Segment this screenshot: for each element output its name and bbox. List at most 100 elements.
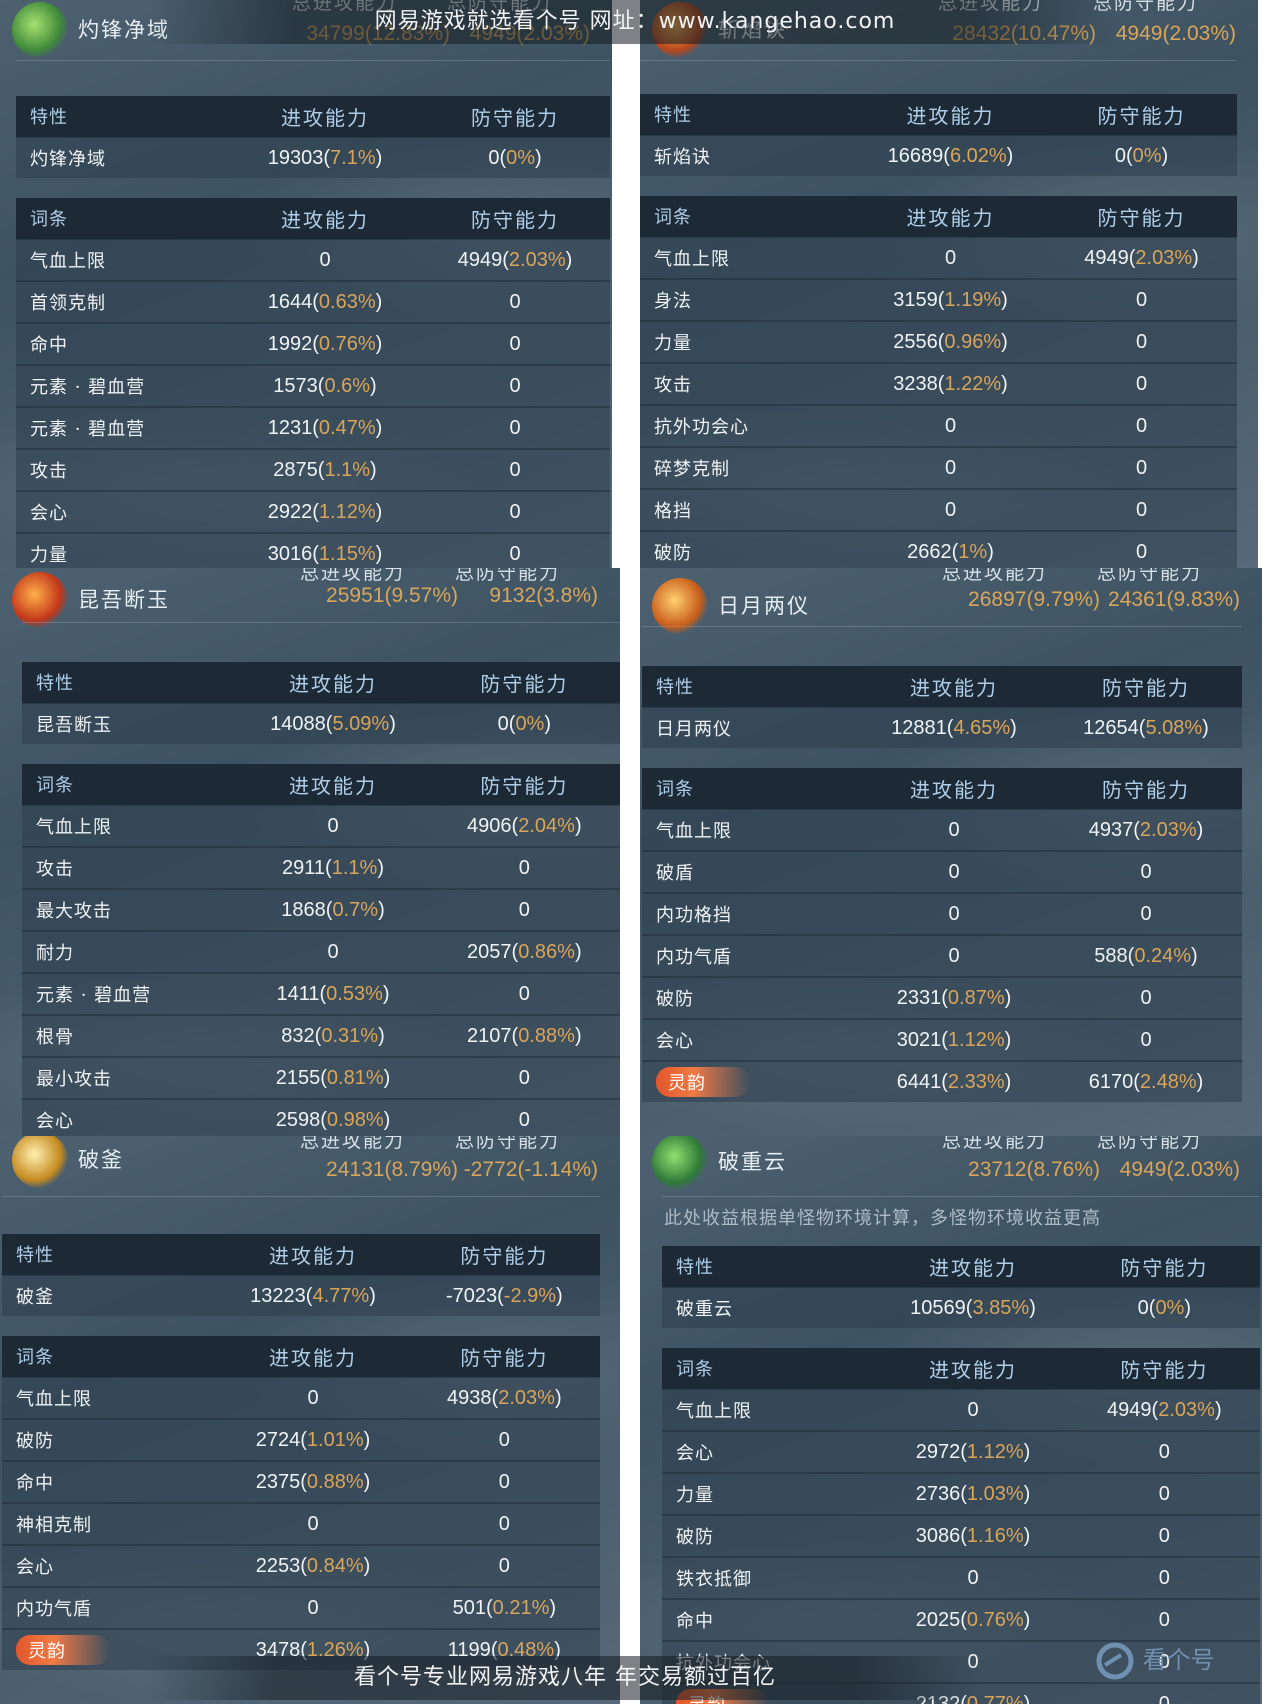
percent: 0.98% — [326, 1108, 384, 1131]
attack-cell: 0 — [855, 404, 1046, 447]
header-defense: 防守能力 — [420, 198, 610, 239]
trait-row: 破重云 10569(3.85%) 0(0%) — [662, 1286, 1260, 1328]
percent: 9.83% — [1173, 588, 1233, 611]
attack-cell: 1868(0.7%) — [237, 888, 429, 931]
skill-header: 日月两仪 总进攻能力 总防守能力 26897(9.79%) 24361(9.83%) — [640, 568, 1262, 658]
entry-name: 神相克制 — [2, 1502, 218, 1545]
value: 0 — [488, 146, 500, 169]
trait-row: 日月两仪 12881(4.65%) 12654(5.08%) — [642, 706, 1242, 748]
percent: 1% — [958, 540, 988, 563]
total-attack-value: 23712(8.76%) — [968, 1158, 1100, 1181]
percent: 0.76% — [966, 1608, 1024, 1631]
value: 0 — [509, 374, 521, 397]
header-defense: 防守能力 — [428, 764, 620, 805]
entry-name: 攻击 — [22, 846, 238, 889]
entry-name: 气血上限 — [2, 1376, 218, 1419]
percent: 0.7% — [332, 898, 379, 921]
trait-name: 灼锋净域 — [16, 136, 230, 178]
value: 16689 — [887, 144, 944, 167]
entry-row: 元素 · 碧血营 1231(0.47%) 0 — [16, 406, 610, 449]
entry-row: 铁衣抵御 0 0 — [662, 1556, 1260, 1599]
percent: 1.12% — [966, 1440, 1024, 1463]
header-trait: 特性 — [22, 662, 238, 703]
value: 0 — [944, 456, 957, 479]
value: 3016 — [267, 542, 313, 565]
header-defense: 防守能力 — [420, 96, 610, 137]
entry-row: 攻击 2911(1.1%) 0 — [22, 846, 620, 889]
defense-cell: 0(0%) — [1068, 1286, 1260, 1328]
entry-row: 最小攻击 2155(0.81%) 0 — [22, 1056, 620, 1099]
defense-cell: 588(0.24%) — [1050, 934, 1242, 977]
attack-cell: 0 — [237, 930, 429, 973]
entry-name: 破防 — [2, 1418, 218, 1461]
percent: 0% — [515, 712, 545, 735]
entry-row: 命中 2025(0.76%) 0 — [662, 1598, 1260, 1641]
percent: 2.48% — [1139, 1070, 1197, 1093]
attack-cell: 3159(1.19%) — [855, 278, 1046, 321]
attack-cell: 19303(7.1%) — [230, 136, 420, 178]
percent: 0% — [506, 146, 536, 169]
percent: 0% — [1132, 144, 1162, 167]
defense-cell: 4937(2.03%) — [1050, 808, 1242, 851]
header-entry: 词条 — [22, 764, 238, 805]
value: 4938 — [447, 1386, 492, 1409]
defense-cell: 0 — [408, 1502, 600, 1545]
value: 0 — [1158, 1482, 1170, 1505]
defense-cell: 0 — [1068, 1598, 1260, 1641]
trait-row: 斩焰诀 16689(6.02%) 0(0%) — [640, 134, 1237, 176]
lingyun-badge: 灵韵 — [656, 1067, 750, 1097]
value: 0 — [967, 1398, 979, 1421]
defense-cell: 0 — [1050, 892, 1242, 935]
entry-name: 格挡 — [640, 488, 855, 531]
value: 0 — [509, 542, 521, 565]
percent: 1.03% — [966, 1482, 1024, 1505]
value: 2972 — [915, 1440, 961, 1463]
entry-name: 气血上限 — [662, 1388, 878, 1431]
defense-cell: 501(0.21%) — [408, 1586, 600, 1629]
kangehao-logo: 看个号 — [1095, 1640, 1265, 1700]
percent: 3.8% — [543, 584, 591, 607]
percent: 2.04% — [518, 814, 575, 837]
attack-cell: 0 — [855, 446, 1046, 489]
skill-name: 破重云 — [718, 1150, 787, 1174]
header-divider — [22, 622, 620, 623]
header-attack: 进攻能力 — [217, 1336, 409, 1377]
entry-row: 力量 2736(1.03%) 0 — [662, 1472, 1260, 1515]
defense-cell: 0 — [420, 532, 610, 568]
attack-cell: 3021(1.12%) — [858, 1018, 1050, 1061]
header-defense: 防守能力 — [408, 1336, 600, 1377]
attack-cell: 0 — [858, 934, 1050, 977]
entry-row: 命中 1992(0.76%) 0 — [16, 322, 610, 365]
entry-name: 最大攻击 — [22, 888, 238, 931]
header-defense: 防守能力 — [408, 1234, 600, 1275]
value: 501 — [452, 1596, 486, 1619]
value: 2331 — [896, 986, 942, 1009]
trait-name: 昆吾断玉 — [22, 702, 238, 744]
defense-cell: 0 — [1046, 362, 1237, 405]
entry-row: 破防 2662(1%) 0 — [640, 530, 1237, 568]
entry-name: 会心 — [16, 490, 230, 533]
percent: 0.88% — [518, 1024, 575, 1047]
value: 12654 — [1083, 716, 1139, 739]
lingyun-badge: 灵韵 — [16, 1635, 110, 1665]
entry-row: 碎梦克制 0 0 — [640, 446, 1237, 489]
header-defense: 防守能力 — [1046, 94, 1237, 135]
value: 0 — [1140, 986, 1152, 1009]
value: 1231 — [267, 416, 313, 439]
total-attack-label: 总进攻能力 — [300, 1136, 406, 1152]
percent: -1.14% — [524, 1158, 591, 1181]
entry-row: 气血上限 0 4949(2.03%) — [640, 236, 1237, 279]
skill-name: 日月两仪 — [718, 594, 810, 618]
value: 0 — [1158, 1608, 1170, 1631]
entry-row: 命中 2375(0.88%) 0 — [2, 1460, 600, 1503]
entry-name: 破防 — [642, 976, 858, 1019]
logo-text: 看个号 — [1142, 1646, 1215, 1674]
value: 0 — [944, 414, 957, 437]
header-defense: 防守能力 — [428, 662, 620, 703]
percent: 2.03% — [1169, 22, 1229, 45]
entry-row: 内功气盾 0 588(0.24%) — [642, 934, 1242, 977]
entry-name: 会心 — [662, 1430, 878, 1473]
percent: 0.6% — [324, 374, 371, 397]
skill-flame-icon — [652, 1136, 708, 1190]
attack-cell: 0 — [858, 892, 1050, 935]
